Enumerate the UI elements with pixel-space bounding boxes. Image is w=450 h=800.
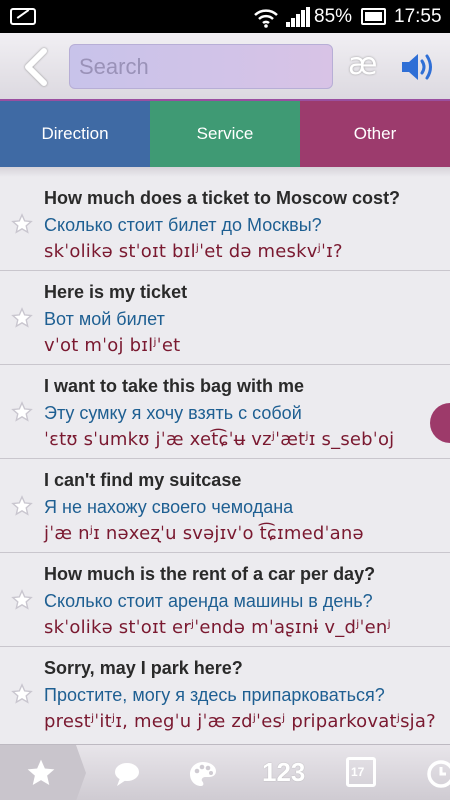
phrase-russian: Простите, могу я здесь припарковаться?	[44, 685, 385, 705]
search-input[interactable]	[70, 45, 332, 88]
phrase-english: Sorry, may I park here?	[44, 658, 243, 678]
tab-other[interactable]: Other	[300, 101, 450, 167]
divider	[0, 167, 450, 177]
list-item[interactable]: How much does a ticket to Moscow cost? С…	[0, 177, 450, 271]
toolbar: æ	[0, 33, 450, 101]
bottom-nav: 123 17	[0, 744, 450, 800]
calendar-day: 17	[351, 765, 365, 779]
list-item[interactable]: Sorry, may I park here? Простите, могу я…	[0, 647, 450, 741]
phrase-list: How much does a ticket to Moscow cost? С…	[0, 177, 450, 744]
star-icon[interactable]	[11, 495, 33, 517]
phrase-transcription: vˈot mˈoj bɪlʲˈet	[44, 335, 181, 356]
phrase-english: Here is my ticket	[44, 282, 188, 302]
phrase-russian: Сколько стоит билет до Москвы?	[44, 215, 322, 235]
calendar-icon[interactable]: 17	[346, 757, 376, 787]
back-button[interactable]	[18, 45, 54, 89]
phrase-russian: Я не нахожу своего чемодана	[44, 497, 294, 517]
phrase-english: I want to take this bag with me	[44, 376, 305, 396]
chat-icon[interactable]	[112, 759, 142, 789]
list-item[interactable]: I can't find my suitcase Я не нахожу сво…	[0, 459, 450, 553]
wifi-icon	[254, 9, 278, 28]
tab-direction[interactable]: Direction	[0, 101, 150, 167]
speaker-icon[interactable]	[400, 51, 436, 83]
clock-icon[interactable]	[426, 759, 450, 789]
phrase-transcription: skˈolikə stˈoɪt bɪlʲˈet də meskvʲˈɪ?	[44, 241, 343, 262]
star-icon[interactable]	[11, 683, 33, 705]
phrase-english: I can't find my suitcase	[44, 470, 242, 490]
list-item[interactable]: I want to take this bag with me Эту сумк…	[0, 365, 450, 459]
phrase-transcription: jˈæ nʲɪ nəxeʐˈu svəjɪvˈo t͡ɕɪmedˈanə	[44, 523, 364, 544]
phrase-english: How much does a ticket to Moscow cost?	[44, 188, 401, 208]
palette-icon[interactable]	[188, 759, 218, 789]
phrase-transcription: ˈɛtʊ sˈumkʊ jˈæ xet͡ɕˈʉ vzʲˈætʲɪ s_sebˈo…	[44, 429, 395, 450]
phrase-russian: Эту сумку я хочу взять с собой	[44, 403, 302, 423]
star-icon[interactable]	[11, 589, 33, 611]
notification-icon	[10, 8, 36, 25]
battery-percent: 85%	[314, 6, 353, 27]
star-icon[interactable]	[11, 401, 33, 423]
tab-service[interactable]: Service	[150, 101, 300, 167]
search-box[interactable]	[69, 44, 333, 89]
star-icon[interactable]	[25, 757, 57, 789]
ipa-toggle-button[interactable]: æ	[348, 47, 377, 82]
battery-icon	[361, 8, 386, 25]
list-item[interactable]: How much is the rent of a car per day? С…	[0, 553, 450, 647]
phrase-russian: Сколько стоит аренда машины в день?	[44, 591, 373, 611]
phrase-transcription: prestʲˈitʲɪ, megˈu jˈæ zdʲˈesʲ priparkov…	[44, 711, 436, 732]
clock-time: 17:55	[394, 6, 442, 27]
signal-icon	[286, 7, 310, 27]
star-icon[interactable]	[11, 307, 33, 329]
status-bar: 85% 17:55	[0, 0, 450, 33]
list-item[interactable]: Here is my ticket Вот мой билет vˈot mˈo…	[0, 271, 450, 365]
star-icon[interactable]	[11, 213, 33, 235]
phrase-russian: Вот мой билет	[44, 309, 165, 329]
phrase-english: How much is the rent of a car per day?	[44, 564, 376, 584]
numbers-icon[interactable]: 123	[262, 757, 310, 787]
category-tabs: Direction Service Other	[0, 101, 450, 167]
phrase-transcription: skˈolikə stˈoɪt erʲˈendə mˈaʂɪnɨ v_dʲˈen…	[44, 617, 391, 638]
